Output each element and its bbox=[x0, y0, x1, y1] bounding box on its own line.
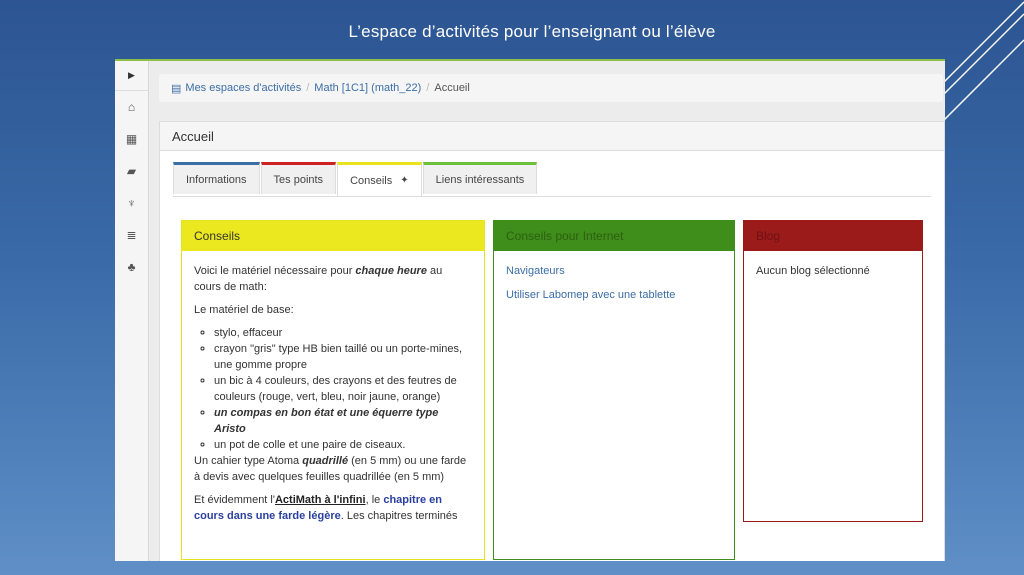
conseils-cahier: Un cahier type Atoma quadrillé (en 5 mm)… bbox=[194, 455, 467, 483]
trophy-icon[interactable]: ♆ bbox=[115, 187, 148, 219]
tab-label: Conseils bbox=[350, 174, 393, 187]
tab-tes-points[interactable]: Tes points bbox=[260, 162, 337, 194]
book-icon: ▤ bbox=[171, 82, 182, 95]
conseils-card-body: Voici le matériel nécessaire pour chaque… bbox=[182, 251, 484, 543]
tab-label: Informations bbox=[186, 173, 247, 186]
breadcrumb: ▤ Mes espaces d'activités / Math [1C1] (… bbox=[159, 74, 943, 102]
conseils-intro: Voici le matériel nécessaire pour chaque… bbox=[194, 265, 443, 293]
folder-open-icon[interactable]: ▰ bbox=[115, 155, 148, 187]
tab-label: Tes points bbox=[273, 173, 324, 186]
blog-card-body: Aucun blog sélectionné bbox=[756, 265, 870, 277]
blog-card: Blog Aucun blog sélectionné bbox=[743, 220, 923, 522]
breadcrumb-separator: / bbox=[306, 82, 310, 94]
panel-title: Accueil bbox=[160, 122, 944, 151]
internet-card-body: Navigateurs Utiliser Labomep avec une ta… bbox=[494, 251, 734, 323]
tab-conseils[interactable]: Conseils ✦ bbox=[337, 162, 422, 196]
chevron-right-icon[interactable]: ▶ bbox=[115, 61, 148, 91]
app-screenshot: ▶ ⌂ ▦ ▰ ♆ ≣ ♣ ▤ Mes espaces d'activités … bbox=[115, 59, 945, 561]
list-item: stylo, effaceur bbox=[214, 325, 472, 341]
blog-card-title: Blog bbox=[744, 221, 922, 251]
link-labomep-tablette[interactable]: Utiliser Labomep avec une tablette bbox=[506, 287, 722, 303]
conseils-card: Conseils Voici le matériel nécessaire po… bbox=[181, 220, 485, 560]
list-item: un compas en bon état et une équerre typ… bbox=[214, 405, 472, 437]
tab-informations[interactable]: Informations bbox=[173, 162, 260, 194]
list-item: un pot de colle et une paire de ciseaux. bbox=[214, 437, 472, 453]
list-item: crayon "gris" type HB bien taillé ou un … bbox=[214, 341, 472, 373]
home-icon[interactable]: ⌂ bbox=[115, 91, 148, 123]
tab-bar: Informations Tes points Conseils ✦ Liens… bbox=[173, 162, 931, 197]
internet-card: Conseils pour Internet Navigateurs Utili… bbox=[493, 220, 735, 560]
breadcrumb-current: Accueil bbox=[434, 82, 470, 94]
tab-liens-interessants[interactable]: Liens intéressants bbox=[422, 162, 538, 194]
users-icon[interactable]: ♣ bbox=[115, 251, 148, 283]
list-icon[interactable]: ≣ bbox=[115, 219, 148, 251]
link-navigateurs[interactable]: Navigateurs bbox=[506, 263, 722, 279]
breadcrumb-item-espaces[interactable]: Mes espaces d'activités bbox=[185, 82, 301, 94]
slide-title: L’espace d’activités pour l’enseignant o… bbox=[348, 22, 716, 41]
conseils-actimath: Et évidemment l'ActiMath à l'infini, le … bbox=[194, 494, 458, 522]
tab-label: Liens intéressants bbox=[435, 173, 525, 186]
conseils-card-title: Conseils bbox=[182, 221, 484, 251]
calendar-icon[interactable]: ▦ bbox=[115, 123, 148, 155]
main-panel: Accueil Informations Tes points Conseils… bbox=[159, 121, 945, 561]
list-item: un bic à 4 couleurs, des crayons et des … bbox=[214, 373, 472, 405]
internet-card-title: Conseils pour Internet bbox=[494, 221, 734, 251]
breadcrumb-item-math[interactable]: Math [1C1] (math_22) bbox=[314, 82, 421, 94]
materiel-list: stylo, effaceur crayon "gris" type HB bi… bbox=[194, 325, 472, 453]
conseils-materiel-base: Le matériel de base: bbox=[194, 304, 294, 316]
breadcrumb-separator: / bbox=[426, 82, 430, 94]
decorative-lines bbox=[934, 1, 1024, 131]
pin-icon[interactable]: ✦ bbox=[400, 175, 408, 186]
actimath-link[interactable]: ActiMath à l'infini bbox=[275, 494, 366, 506]
sidebar: ▶ ⌂ ▦ ▰ ♆ ≣ ♣ bbox=[115, 61, 149, 561]
